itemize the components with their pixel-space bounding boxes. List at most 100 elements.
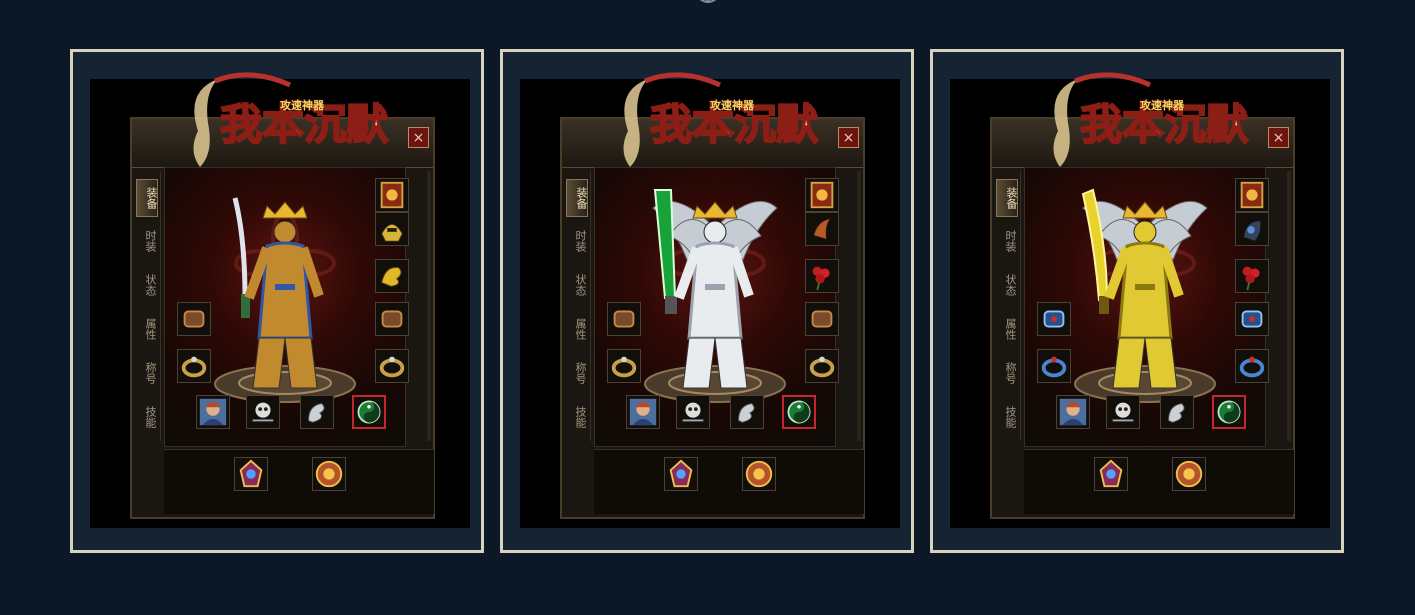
equipment-slot[interactable] xyxy=(676,395,710,429)
card-inner: 我本沉默 攻速神器 × 装备 时装 状态 属性 称号 技能 xyxy=(90,72,470,528)
equipment-slot[interactable] xyxy=(1172,457,1206,491)
equipment-slot[interactable] xyxy=(1235,212,1269,246)
skull-charm-icon xyxy=(1112,402,1134,422)
close-button[interactable]: × xyxy=(408,127,429,148)
character-avatar[interactable] xyxy=(1065,188,1225,398)
tab-5[interactable]: 技能 xyxy=(996,399,1017,435)
medallion-icon xyxy=(745,460,773,488)
bracelet-icon xyxy=(811,310,833,328)
equipment-slot[interactable] xyxy=(805,212,839,246)
equipment-slot[interactable] xyxy=(805,302,839,336)
character-avatar[interactable] xyxy=(635,188,795,398)
card-inner: 我本沉默 攻速神器 × 装备 时装 状态 属性 称号 技能 xyxy=(950,72,1330,528)
tab-4[interactable]: 称号 xyxy=(996,355,1017,391)
bottom-slot-bar xyxy=(164,449,434,514)
equipment-slot[interactable] xyxy=(234,457,268,491)
card-inner: 我本沉默 攻速神器 × 装备 时装 状态 属性 称号 技能 xyxy=(520,72,900,528)
ring-icon xyxy=(379,356,405,378)
blue-bracelet-icon xyxy=(1241,310,1263,328)
equipment-slot[interactable] xyxy=(1235,302,1269,336)
rank-medal-icon xyxy=(1240,181,1264,209)
equipment-slot[interactable] xyxy=(1094,457,1128,491)
equipment-slot[interactable] xyxy=(1106,395,1140,429)
tab-1[interactable]: 时装 xyxy=(566,223,587,259)
equipment-slot[interactable] xyxy=(626,395,660,429)
tab-0[interactable]: 装备 xyxy=(566,179,588,217)
tab-4[interactable]: 称号 xyxy=(566,355,587,391)
equipment-slot[interactable] xyxy=(1056,395,1090,429)
equipment-slot[interactable] xyxy=(375,259,409,293)
tab-5[interactable]: 技能 xyxy=(136,399,157,435)
gem-icon xyxy=(669,459,693,488)
game-logo: 我本沉默 xyxy=(193,72,390,167)
tab-2[interactable]: 状态 xyxy=(996,267,1017,303)
equipment-slot[interactable] xyxy=(607,302,641,336)
equipment-slot[interactable] xyxy=(1235,259,1269,293)
close-button[interactable]: × xyxy=(1268,127,1289,148)
ornament-icon xyxy=(699,0,717,3)
blue-ring-icon xyxy=(1239,356,1265,378)
horn-helm-icon xyxy=(812,218,832,241)
equipment-slot[interactable] xyxy=(300,395,334,429)
tab-0[interactable]: 装备 xyxy=(996,179,1018,217)
character-avatar[interactable] xyxy=(205,188,365,398)
tab-3[interactable]: 属性 xyxy=(136,311,157,347)
equipment-slot[interactable] xyxy=(607,349,641,383)
character-card: 我本沉默 攻速神器 × 装备 时装 状态 属性 称号 技能 xyxy=(70,49,484,553)
dark-helm-icon xyxy=(1243,220,1262,242)
equipment-slot[interactable] xyxy=(742,457,776,491)
equipment-slot[interactable] xyxy=(375,178,409,212)
close-button[interactable]: × xyxy=(838,127,859,148)
gem-icon xyxy=(239,459,263,488)
equipment-slot[interactable] xyxy=(246,395,280,429)
tab-4[interactable]: 称号 xyxy=(136,355,157,391)
tab-3[interactable]: 属性 xyxy=(566,311,587,347)
equipment-slot[interactable] xyxy=(375,302,409,336)
tab-5[interactable]: 技能 xyxy=(566,399,587,435)
equipment-slot[interactable] xyxy=(352,395,386,429)
equipment-slot[interactable] xyxy=(805,178,839,212)
dragon-charm-icon xyxy=(308,403,325,423)
equipment-slot[interactable] xyxy=(1037,302,1071,336)
subtitle-text: 攻速神器 xyxy=(710,99,754,112)
bracelet-icon xyxy=(183,310,205,328)
equipment-slot[interactable] xyxy=(805,349,839,383)
rose-icon xyxy=(1242,266,1260,291)
tab-3[interactable]: 属性 xyxy=(996,311,1017,347)
equipment-window: 我本沉默 攻速神器 × 装备 时装 状态 属性 称号 技能 xyxy=(130,72,435,519)
equipment-slot[interactable] xyxy=(375,349,409,383)
medallion-icon xyxy=(1175,460,1203,488)
tab-1[interactable]: 时装 xyxy=(996,223,1017,259)
character-card: 我本沉默 攻速神器 × 装备 时装 状态 属性 称号 技能 xyxy=(500,49,914,553)
equipment-window: 我本沉默 攻速神器 × 装备 时装 状态 属性 称号 技能 xyxy=(990,72,1295,519)
equipment-slot[interactable] xyxy=(196,395,230,429)
equipment-slot[interactable] xyxy=(1037,349,1071,383)
yin-yang-icon xyxy=(357,400,381,424)
blue-ring-icon xyxy=(1041,356,1067,378)
equipment-slot[interactable] xyxy=(1235,178,1269,212)
rank-medal-icon xyxy=(380,181,404,209)
equipment-slot[interactable] xyxy=(782,395,816,429)
equipment-slot[interactable] xyxy=(177,302,211,336)
tab-2[interactable]: 状态 xyxy=(566,267,587,303)
equipment-slot[interactable] xyxy=(1235,349,1269,383)
equipment-slot[interactable] xyxy=(1160,395,1194,429)
equipment-slot[interactable] xyxy=(375,212,409,246)
equipment-slot[interactable] xyxy=(730,395,764,429)
equipment-slot[interactable] xyxy=(1212,395,1246,429)
portrait-icon xyxy=(629,398,657,426)
portrait-icon xyxy=(1059,398,1087,426)
equipment-slot[interactable] xyxy=(177,349,211,383)
equipment-window: 我本沉默 攻速神器 × 装备 时装 状态 属性 称号 技能 xyxy=(560,72,865,519)
tab-strip: 装备时装状态属性称号技能 xyxy=(564,171,591,441)
equipment-slot[interactable] xyxy=(805,259,839,293)
tab-0[interactable]: 装备 xyxy=(136,179,158,217)
character-card: 我本沉默 攻速神器 × 装备 时装 状态 属性 称号 技能 xyxy=(930,49,1344,553)
tab-2[interactable]: 状态 xyxy=(136,267,157,303)
tab-1[interactable]: 时装 xyxy=(136,223,157,259)
equipment-slot[interactable] xyxy=(312,457,346,491)
tab-strip: 装备时装状态属性称号技能 xyxy=(134,171,161,441)
yin-yang-icon xyxy=(787,400,811,424)
rank-medal-icon xyxy=(810,181,834,209)
equipment-slot[interactable] xyxy=(664,457,698,491)
